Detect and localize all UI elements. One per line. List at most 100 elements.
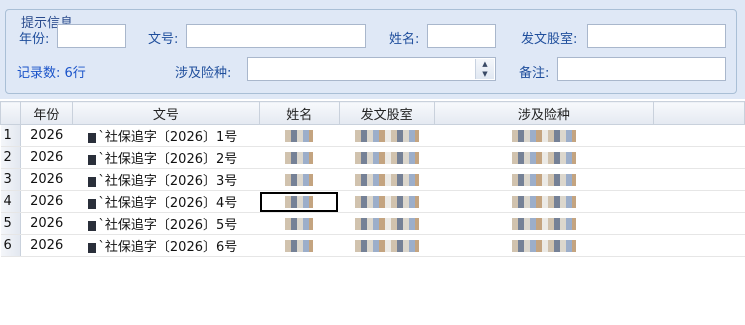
cell-filler: [653, 146, 745, 169]
cell-name[interactable]: [259, 124, 340, 147]
name-input[interactable]: [427, 24, 496, 48]
year-input[interactable]: [57, 24, 126, 48]
col-header-filler: [653, 101, 745, 125]
insurance-label: 涉及险种:: [175, 66, 232, 81]
cell-doc-no[interactable]: `社保追字〔2026〕2号: [72, 146, 260, 169]
cell-office[interactable]: [339, 124, 435, 147]
col-header-doc-no[interactable]: 文号: [71, 101, 260, 125]
redacted-office: [354, 173, 419, 186]
table-row[interactable]: 4 2026 `社保追字〔2026〕4号: [0, 190, 745, 213]
cell-doc-no[interactable]: `社保追字〔2026〕1号: [72, 124, 260, 147]
cell-name[interactable]: [259, 212, 340, 235]
note-input[interactable]: [557, 57, 726, 81]
redacted-office: [354, 217, 419, 230]
doc-no-text: `社保追字〔2026〕3号: [98, 174, 238, 189]
cell-office[interactable]: [339, 212, 435, 235]
cell-insurance[interactable]: [434, 146, 654, 169]
cell-insurance[interactable]: [434, 212, 654, 235]
table-row[interactable]: 6 2026 `社保追字〔2026〕6号: [0, 234, 745, 257]
info-groupbox: 提示信息: [5, 9, 737, 94]
cell-doc-no[interactable]: `社保追字〔2026〕4号: [72, 190, 260, 213]
redacted-name: [285, 129, 314, 142]
record-count: 记录数: 6行: [17, 66, 86, 81]
cell-office[interactable]: [339, 190, 435, 213]
redacted-insurance: [511, 151, 576, 164]
redaction-mark: [88, 220, 97, 231]
row-number[interactable]: 6: [0, 234, 21, 257]
redacted-name: [285, 151, 314, 164]
results-table: 年份 文号 姓名 发文股室 涉及险种 1 2026 `社保追字〔2026〕1号 …: [0, 101, 745, 257]
redaction-mark: [88, 154, 97, 165]
redaction-mark: [88, 198, 97, 209]
name-label: 姓名:: [389, 32, 420, 47]
results-grid: 年份 文号 姓名 发文股室 涉及险种 1 2026 `社保追字〔2026〕1号 …: [0, 101, 745, 257]
cell-insurance[interactable]: [434, 190, 654, 213]
cell-year[interactable]: 2026: [20, 124, 73, 147]
year-label: 年份:: [19, 32, 50, 47]
redaction-mark: [88, 176, 97, 187]
cell-doc-no[interactable]: `社保追字〔2026〕3号: [72, 168, 260, 191]
cell-name[interactable]: [259, 190, 340, 213]
doc-no-text: `社保追字〔2026〕5号: [98, 218, 238, 233]
row-number[interactable]: 4: [0, 190, 21, 213]
col-header-year[interactable]: 年份: [19, 101, 73, 125]
cell-name[interactable]: [259, 146, 340, 169]
doc-no-label: 文号:: [148, 32, 179, 47]
redacted-office: [354, 195, 419, 208]
office-label: 发文股室:: [521, 32, 578, 47]
col-header-office[interactable]: 发文股室: [338, 101, 435, 125]
cell-office[interactable]: [339, 146, 435, 169]
search-panel: 提示信息 年份: 文号: 姓名: 发文股室: 记录数: 6行 涉及险种: ▲ ▼ …: [0, 0, 745, 99]
row-number[interactable]: 1: [0, 124, 21, 147]
cell-insurance[interactable]: [434, 168, 654, 191]
table-row[interactable]: 5 2026 `社保追字〔2026〕5号: [0, 212, 745, 235]
cell-year[interactable]: 2026: [20, 146, 73, 169]
cell-insurance[interactable]: [434, 234, 654, 257]
insurance-select[interactable]: ▲ ▼: [247, 57, 496, 81]
doc-no-text: `社保追字〔2026〕4号: [98, 196, 238, 211]
redacted-insurance: [511, 195, 576, 208]
cell-year[interactable]: 2026: [20, 212, 73, 235]
redacted-name: [285, 173, 314, 186]
redacted-insurance: [511, 239, 576, 252]
table-row[interactable]: 2 2026 `社保追字〔2026〕2号: [0, 146, 745, 169]
redacted-name: [285, 239, 314, 252]
row-number[interactable]: 3: [0, 168, 21, 191]
corner-header: [0, 101, 21, 125]
redacted-insurance: [511, 129, 576, 142]
redacted-office: [354, 239, 419, 252]
row-number[interactable]: 5: [0, 212, 21, 235]
cell-name[interactable]: [259, 168, 340, 191]
cell-insurance[interactable]: [434, 124, 654, 147]
cell-year[interactable]: 2026: [20, 234, 73, 257]
cell-name[interactable]: [259, 234, 340, 257]
cell-filler: [653, 168, 745, 191]
spinner-icon[interactable]: ▲ ▼: [475, 59, 494, 79]
redacted-name: [285, 195, 314, 208]
cell-office[interactable]: [339, 168, 435, 191]
redaction-mark: [88, 242, 97, 253]
redaction-mark: [88, 132, 97, 143]
doc-no-text: `社保追字〔2026〕6号: [98, 240, 238, 255]
cell-doc-no[interactable]: `社保追字〔2026〕5号: [72, 212, 260, 235]
redacted-insurance: [511, 173, 576, 186]
cell-filler: [653, 190, 745, 213]
redacted-insurance: [511, 217, 576, 230]
table-row[interactable]: 3 2026 `社保追字〔2026〕3号: [0, 168, 745, 191]
cell-office[interactable]: [339, 234, 435, 257]
cell-year[interactable]: 2026: [20, 190, 73, 213]
office-input[interactable]: [587, 24, 726, 48]
note-label: 备注:: [519, 66, 550, 81]
cell-filler: [653, 234, 745, 257]
cell-doc-no[interactable]: `社保追字〔2026〕6号: [72, 234, 260, 257]
table-row[interactable]: 1 2026 `社保追字〔2026〕1号: [0, 124, 745, 147]
cell-year[interactable]: 2026: [20, 168, 73, 191]
redacted-name: [285, 217, 314, 230]
header-row: 年份 文号 姓名 发文股室 涉及险种: [0, 101, 745, 125]
col-header-name[interactable]: 姓名: [258, 101, 340, 125]
redacted-office: [354, 151, 419, 164]
row-number[interactable]: 2: [0, 146, 21, 169]
redacted-office: [354, 129, 419, 142]
col-header-insurance[interactable]: 涉及险种: [433, 101, 655, 125]
doc-no-input[interactable]: [186, 24, 366, 48]
